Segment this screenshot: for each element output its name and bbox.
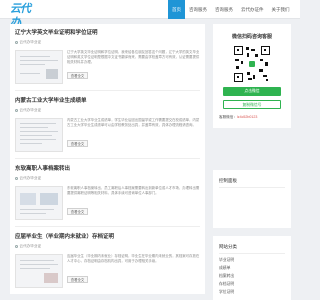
copy-wechat-button[interactable]: 复制微信号 <box>223 100 281 109</box>
category-link[interactable]: 档案转出 <box>219 274 234 279</box>
nav-item-home[interactable]: 首页 <box>168 0 185 19</box>
post-item: 辽宁大学英文毕业证明和学位证明 云代办毕业证 辽宁大学英文毕业证明和学位证明，我… <box>10 28 205 88</box>
user-icon <box>15 109 18 112</box>
qr-title: 微信扫码咨询客服 <box>231 34 272 40</box>
open-wechat-button[interactable]: 点击微信 <box>223 87 281 96</box>
nav-item-consult-2[interactable]: 咨询服务 <box>211 0 237 19</box>
post-title[interactable]: 东软离职人事档案转出 <box>15 164 70 172</box>
category-link[interactable]: 存档证明 <box>219 282 234 287</box>
post-meta: 云代办毕业证 <box>15 40 41 45</box>
post-excerpt: 内蒙古工业大学毕业生成绩单，学生毕业后因出国留学或工作需要提交在校成绩单，内蒙古… <box>67 118 200 128</box>
wechat-id: 客服微信：lz4c52b0123 <box>219 115 257 120</box>
post-author: 云代办毕业证 <box>19 108 42 112</box>
nav-item-documents[interactable]: 云代办证件 <box>237 0 268 19</box>
read-more-button[interactable]: 查看全文 <box>67 208 88 215</box>
divider <box>219 253 285 254</box>
post-list: 辽宁大学英文毕业证明和学位证明 云代办毕业证 辽宁大学英文毕业证明和学位证明，我… <box>10 24 205 294</box>
post-item: 东软离职人事档案转出 云代办毕业证 东软离职人事档案转出，员工离职后人事档案需要… <box>10 164 205 224</box>
post-thumbnail[interactable] <box>15 254 63 288</box>
read-more-button[interactable]: 查看全文 <box>67 140 88 147</box>
post-excerpt: 东软离职人事档案转出，员工离职后人事档案需要转出到新单位或人才市场，办理转出需要… <box>67 186 200 196</box>
top-navbar: 云代办 首页 咨询服务 咨询服务 云代办证件 关于我们 <box>0 0 300 29</box>
post-meta: 云代办毕业证 <box>15 176 41 181</box>
category-link[interactable]: 学位证明 <box>219 290 234 295</box>
wechat-logo-icon <box>248 60 256 68</box>
post-thumbnail[interactable] <box>15 186 63 220</box>
wechat-id-value: lz4c52b0123 <box>236 115 258 119</box>
nav-item-consult[interactable]: 咨询服务 <box>185 0 211 19</box>
widget-title: 控制面板 <box>219 178 237 183</box>
divider <box>15 90 200 91</box>
user-icon <box>15 41 18 44</box>
divider <box>15 158 200 159</box>
post-item: 内蒙古工业大学毕业生成绩单 云代办毕业证 内蒙古工业大学毕业生成绩单，学生毕业后… <box>10 96 205 156</box>
post-title[interactable]: 辽宁大学英文毕业证明和学位证明 <box>15 28 98 36</box>
post-author: 云代办毕业证 <box>19 244 42 248</box>
post-thumbnail[interactable] <box>15 118 63 152</box>
post-author: 云代办毕业证 <box>19 40 42 44</box>
user-icon <box>15 177 18 180</box>
main-nav: 首页 咨询服务 咨询服务 云代办证件 关于我们 <box>168 0 294 19</box>
post-title[interactable]: 内蒙古工业大学毕业生成绩单 <box>15 96 87 104</box>
post-excerpt: 辽宁大学英文毕业证明和学位证明，我来给各位朋友回答这个问题，辽宁大学的英文毕业证… <box>67 50 200 65</box>
post-item: 应届毕业生（毕业期内未就业）存档证明 云代办毕业证 应届毕业生（毕业期内未就业）… <box>10 232 205 292</box>
read-more-button[interactable]: 查看全文 <box>67 276 88 283</box>
post-title[interactable]: 应届毕业生（毕业期内未就业）存档证明 <box>15 232 114 240</box>
wechat-contact-widget: 微信扫码咨询客服 点击微信 复制微信号 客服微信：lz4c52b0123 <box>213 24 291 128</box>
post-author: 云代办毕业证 <box>19 176 42 180</box>
wechat-qr-code <box>233 45 271 83</box>
post-thumbnail[interactable] <box>15 50 63 84</box>
divider <box>219 187 285 188</box>
nav-item-about[interactable]: 关于我们 <box>268 0 294 19</box>
post-meta: 云代办毕业证 <box>15 244 41 249</box>
category-link[interactable]: 毕业证明 <box>219 258 234 263</box>
post-excerpt: 应届毕业生（毕业期内未就业）存档证明，毕业生在毕业期内未就业的，其档案可存放在人… <box>67 254 200 264</box>
read-more-button[interactable]: 查看全文 <box>67 72 88 79</box>
divider <box>15 226 200 227</box>
user-icon <box>15 245 18 248</box>
post-meta: 云代办毕业证 <box>15 108 41 113</box>
widget-title: 网站分类 <box>219 244 237 249</box>
category-link[interactable]: 成绩单 <box>219 266 230 271</box>
wechat-id-label: 客服微信： <box>219 115 237 119</box>
site-logo[interactable]: 云代办 <box>10 2 34 29</box>
control-panel-widget: 控制面板 <box>213 170 291 228</box>
categories-widget: 网站分类 毕业证明 成绩单 档案转出 存档证明 学位证明 <box>213 236 291 300</box>
